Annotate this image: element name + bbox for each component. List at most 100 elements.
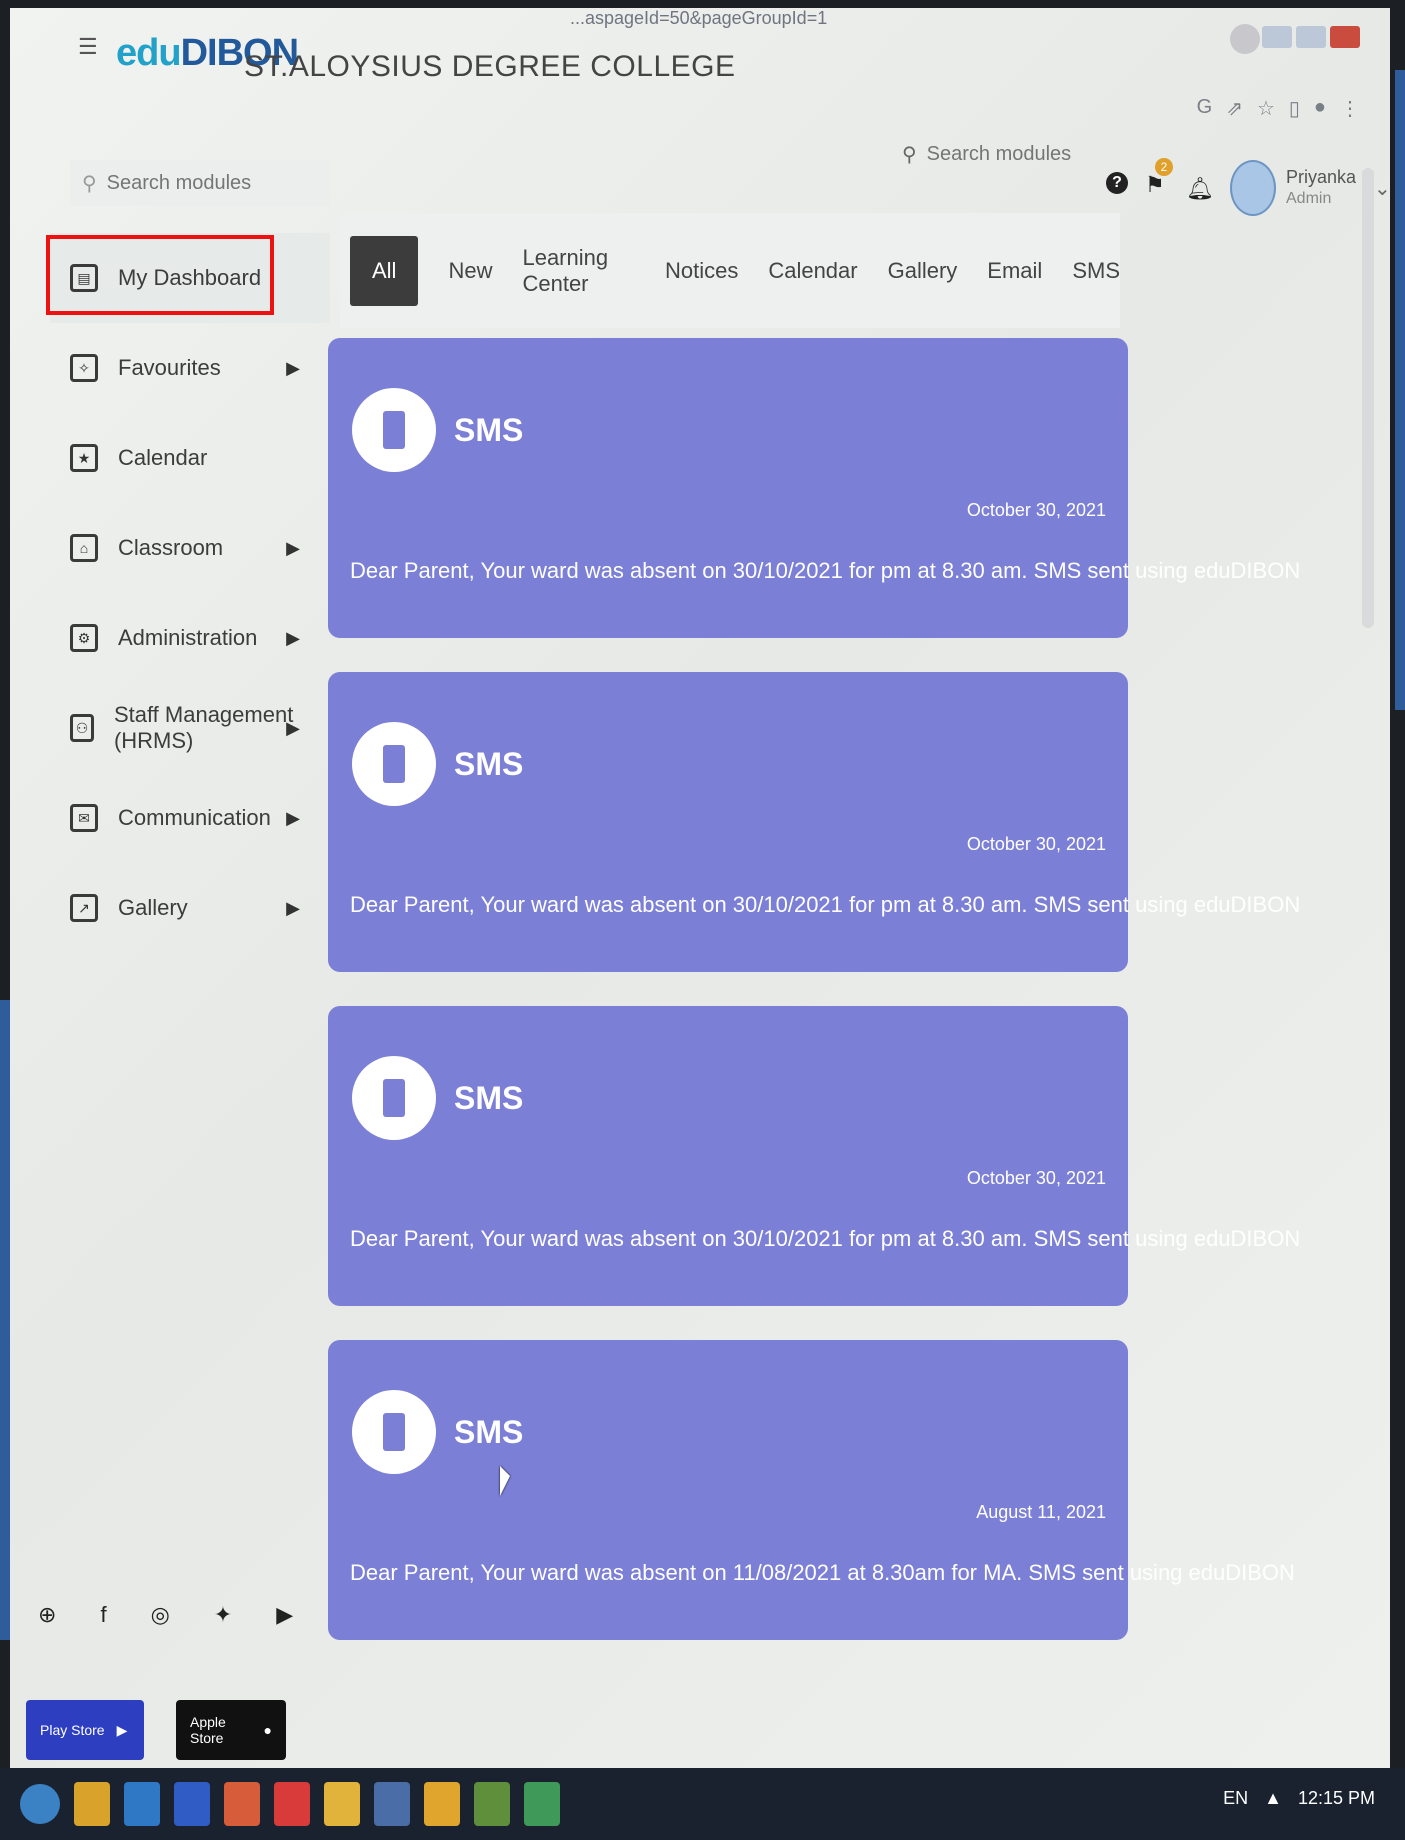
notification-feed: SMS October 30, 2021 Dear Parent, Your w… (328, 338, 1300, 1674)
facebook-icon[interactable]: f (100, 1602, 106, 1628)
feed-card[interactable]: SMS October 30, 2021 Dear Parent, Your w… (328, 672, 1300, 972)
page-scrollbar[interactable] (1362, 168, 1374, 628)
tab-all[interactable]: All (350, 235, 419, 306)
chevron-right-icon: ▶ (286, 357, 300, 378)
app-icon[interactable] (274, 1782, 310, 1826)
sidebar-item-communication[interactable]: ✉ Communication ▶ (50, 773, 330, 863)
card-date: August 11, 2021 (976, 1502, 1106, 1522)
sidebar-item-administration[interactable]: ⚙ Administration ▶ (50, 593, 330, 683)
tab-calendar[interactable]: Calendar (768, 258, 857, 284)
sidebar-item-favourites[interactable]: ✧ Favourites ▶ (50, 323, 330, 413)
youtube-icon[interactable]: ▶ (276, 1602, 293, 1628)
card-type: SMS (454, 746, 524, 782)
calendar-icon: ★ (70, 444, 98, 472)
avatar (1230, 160, 1276, 216)
classroom-icon: ⌂ (70, 534, 98, 562)
apple-store-button[interactable]: Apple Store ● (176, 1700, 286, 1760)
search-icon: ⚲ (82, 172, 97, 195)
close-window-button[interactable] (1330, 26, 1360, 48)
tab-gallery[interactable]: Gallery (888, 258, 958, 284)
bookmark-star-icon[interactable]: ☆ (1257, 96, 1275, 121)
sms-icon (352, 388, 436, 472)
hamburger-menu-icon[interactable]: ☰ (78, 34, 100, 59)
sidebar-item-label: Classroom (118, 535, 224, 560)
explorer-icon[interactable] (74, 1782, 110, 1826)
twitter-icon[interactable]: ✦ (214, 1602, 232, 1628)
sidepanel-icon[interactable]: ▯ (1289, 96, 1300, 121)
google-icon[interactable]: G (1197, 96, 1213, 121)
user-role: Admin (1286, 190, 1332, 207)
chrome-icon[interactable] (324, 1782, 360, 1826)
notification-flag-icon[interactable]: ⚑ 2 (1145, 158, 1173, 198)
sidebar-item-classroom[interactable]: ⌂ Classroom ▶ (50, 503, 330, 593)
window-controls (1262, 26, 1360, 48)
chrome-icon[interactable] (424, 1782, 460, 1826)
top-search-input[interactable] (924, 141, 1079, 167)
right-blue-stripe (1395, 70, 1405, 710)
logo-prefix: edu (116, 32, 182, 74)
sidebar-search-input[interactable] (104, 170, 299, 196)
sidebar-item-label: Administration (118, 625, 258, 650)
feed-card[interactable]: SMS August 11, 2021 Dear Parent, Your wa… (328, 1340, 1295, 1640)
sidebar-item-label: Gallery (118, 895, 188, 920)
sidebar-nav: ▤ My Dashboard ✧ Favourites ▶ ★ Calendar… (46, 233, 330, 953)
chevron-down-icon[interactable]: ⌄ (1374, 176, 1390, 201)
left-blue-stripe (0, 1000, 10, 1640)
menu-dots-icon[interactable]: ⋮ (1340, 96, 1360, 121)
app-icon[interactable] (374, 1782, 410, 1826)
top-search-box[interactable]: ⚲ (902, 134, 1082, 174)
card-date: October 30, 2021 (966, 500, 1106, 520)
card-date: October 30, 2021 (966, 1168, 1106, 1188)
ie-icon[interactable] (124, 1782, 160, 1826)
help-icon[interactable]: ? (1106, 172, 1128, 194)
app-icon[interactable] (174, 1782, 210, 1826)
bell-icon[interactable]: 🔔︎ (1186, 176, 1214, 202)
tab-sms[interactable]: SMS (1072, 258, 1120, 284)
tab-learning-center[interactable]: Learning Center (522, 245, 635, 297)
start-button-icon[interactable] (20, 1784, 60, 1824)
globe-icon[interactable]: ⊕ (38, 1602, 56, 1628)
sidebar-search[interactable]: ⚲ (70, 160, 330, 206)
tab-new[interactable]: New (448, 258, 492, 284)
card-message: Dear Parent, Your ward was absent on 11/… (350, 1560, 1295, 1585)
card-type: SMS (454, 1414, 524, 1450)
play-store-button[interactable]: Play Store ▶ (26, 1700, 144, 1760)
address-bar-url[interactable]: ...aspageId=50&pageGroupId=1 (570, 8, 827, 29)
instagram-icon[interactable]: ◎ (151, 1602, 170, 1628)
tab-email[interactable]: Email (987, 258, 1042, 284)
network-icon[interactable]: ▲ (1264, 1788, 1282, 1809)
app-icon[interactable] (224, 1782, 260, 1826)
sidebar-item-staff-management[interactable]: ⚇ Staff Management (HRMS) ▶ (50, 683, 330, 773)
user-info: Priyanka Admin (1286, 166, 1356, 210)
feed-card[interactable]: SMS October 30, 2021 Dear Parent, Your w… (328, 1006, 1300, 1306)
favourites-icon: ✧ (70, 354, 98, 382)
clock[interactable]: 12:15 PM (1298, 1788, 1375, 1809)
chevron-right-icon: ▶ (286, 627, 300, 648)
language-indicator[interactable]: EN (1223, 1788, 1248, 1809)
feed-card[interactable]: SMS October 30, 2021 Dear Parent, Your w… (328, 338, 1300, 638)
app-icon[interactable] (474, 1782, 510, 1826)
sidebar-item-my-dashboard[interactable]: ▤ My Dashboard (46, 233, 330, 323)
card-type: SMS (454, 412, 524, 448)
maximize-button[interactable] (1296, 26, 1326, 48)
minimize-button[interactable] (1262, 26, 1292, 48)
excel-icon[interactable] (524, 1782, 560, 1826)
tab-notices[interactable]: Notices (665, 258, 738, 284)
card-message: Dear Parent, Your ward was absent on 30/… (350, 892, 1301, 917)
sidebar-item-gallery[interactable]: ↗ Gallery ▶ (50, 863, 330, 953)
account-icon[interactable]: ● (1314, 96, 1326, 121)
chevron-right-icon: ▶ (286, 537, 300, 558)
communication-icon: ✉ (70, 804, 98, 832)
chevron-right-icon: ▶ (286, 717, 300, 738)
gallery-icon: ↗ (70, 894, 98, 922)
mouse-cursor-icon (500, 1466, 510, 1496)
apple-icon: ● (263, 1722, 272, 1738)
notification-badge: 2 (1155, 158, 1173, 176)
sidebar-item-calendar[interactable]: ★ Calendar (50, 413, 330, 503)
staff-icon: ⚇ (70, 714, 94, 742)
share-icon[interactable]: ⇗ (1226, 96, 1243, 121)
browser-screen: ...aspageId=50&pageGroupId=1 G ⇗ ☆ ▯ ● ⋮… (10, 8, 1390, 1768)
browser-profile-icon[interactable] (1230, 24, 1260, 54)
play-icon: ▶ (116, 1721, 128, 1738)
red-highlight-box (46, 235, 274, 315)
